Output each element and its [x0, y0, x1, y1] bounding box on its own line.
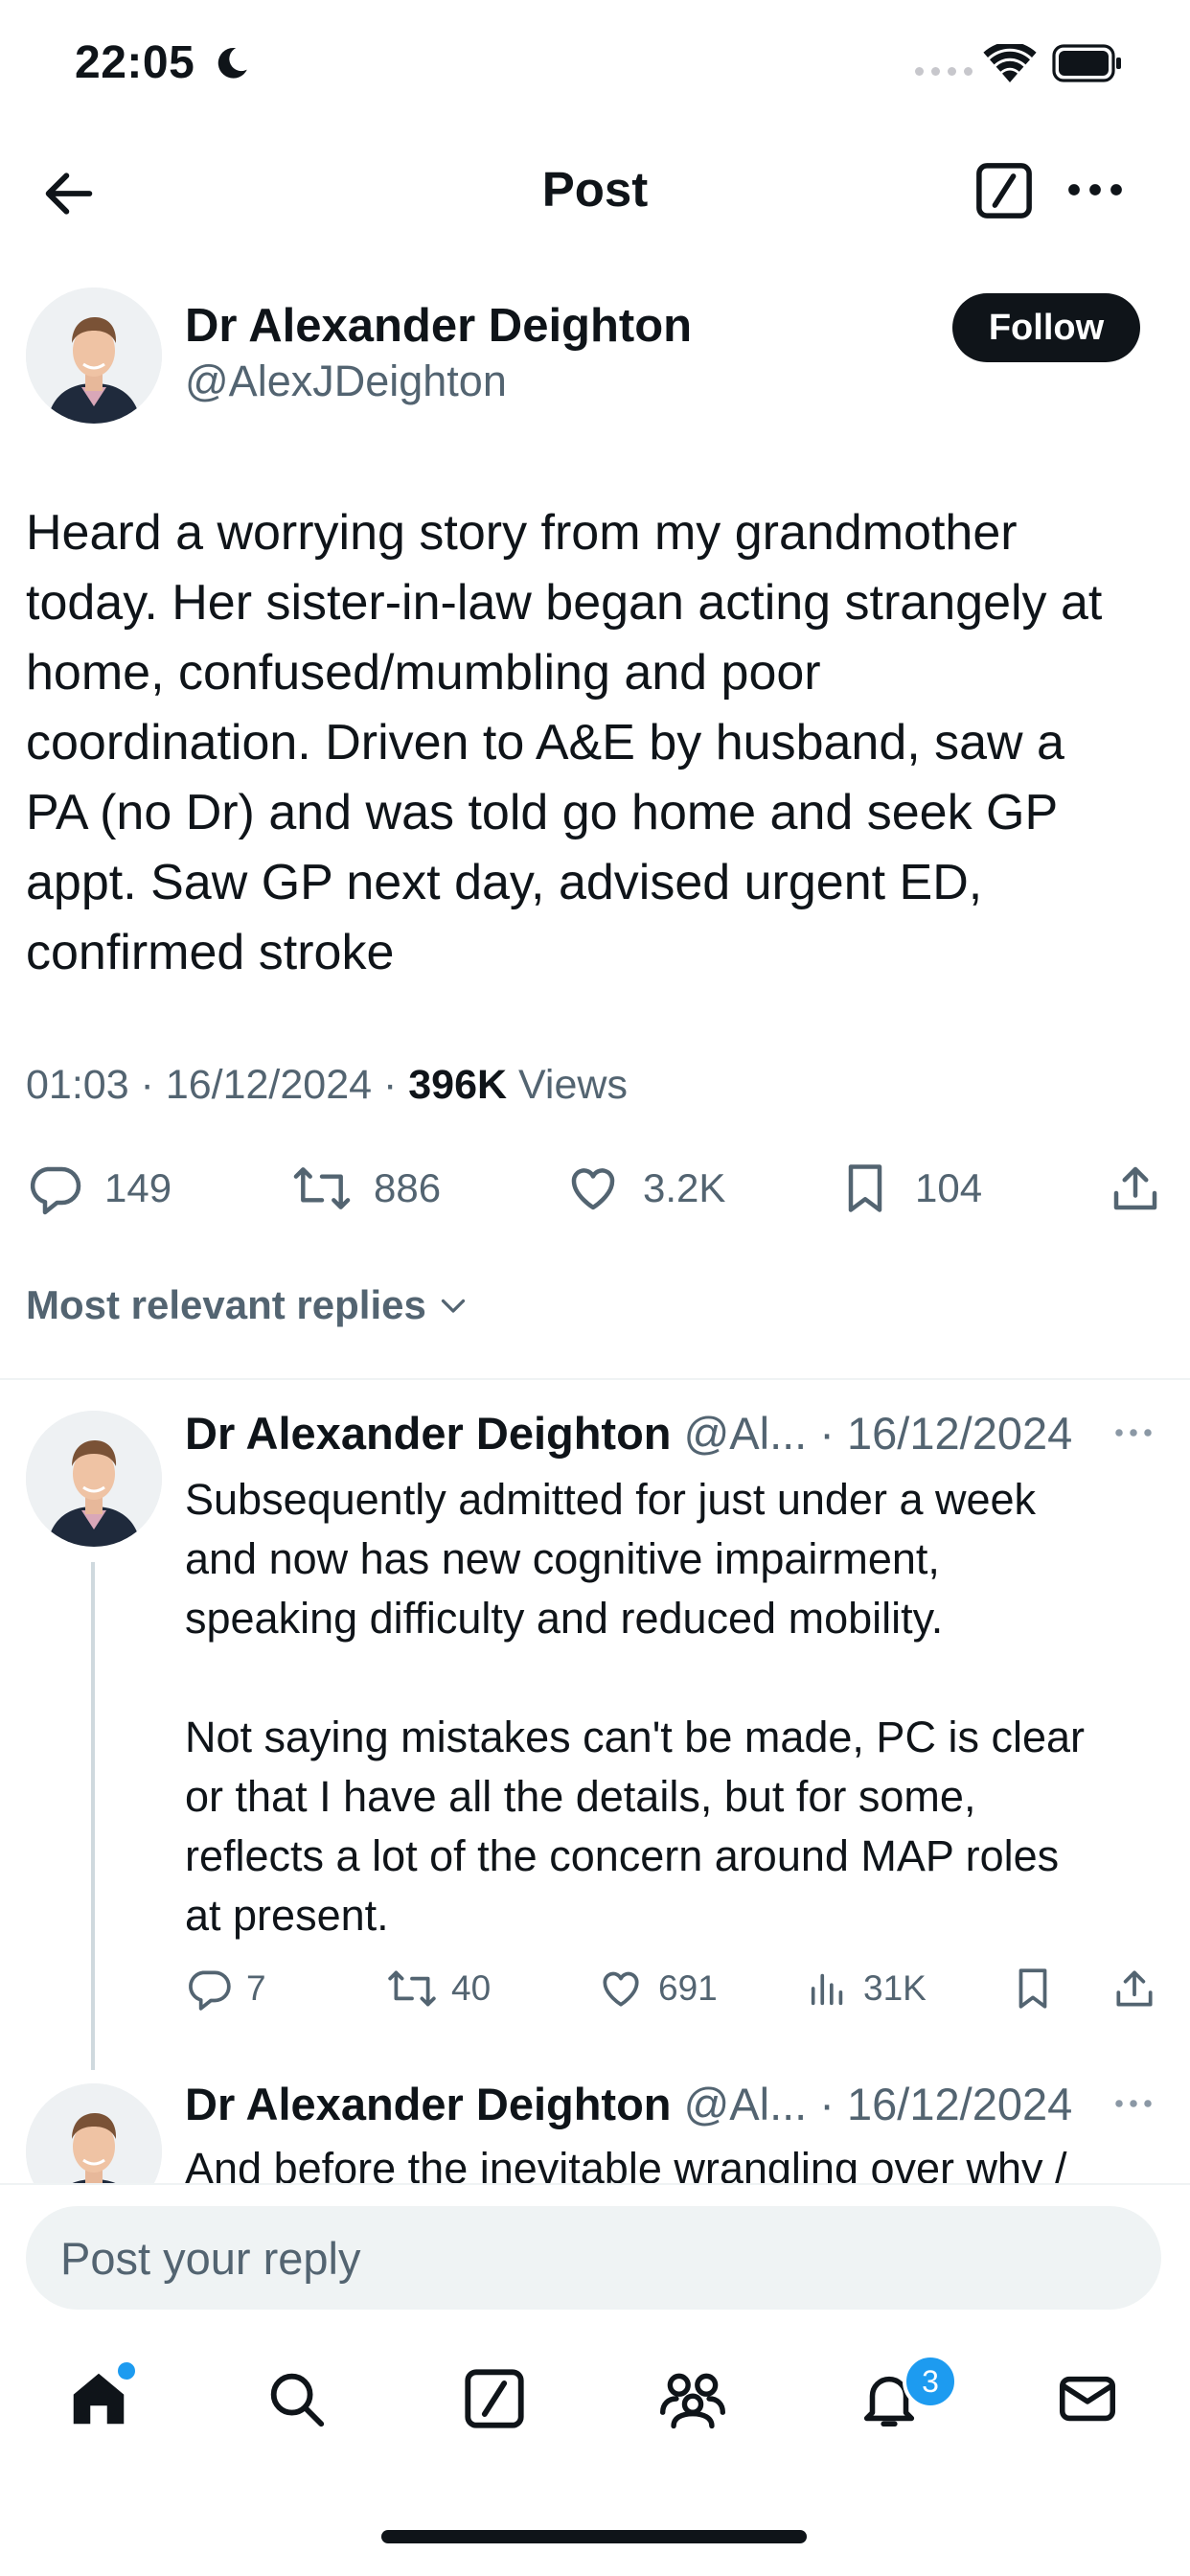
reply-bookmark-action[interactable]	[1009, 1955, 1057, 2022]
chevron-down-icon	[441, 1299, 465, 1313]
author-avatar[interactable]	[26, 288, 162, 424]
reply-handle[interactable]: @Al...	[684, 1408, 808, 1459]
more-options-button[interactable]	[1064, 169, 1127, 211]
like-action[interactable]: 3.2K	[564, 1150, 725, 1227]
share-icon	[1113, 1166, 1157, 1210]
tab-search[interactable]	[263, 2365, 330, 2432]
reply-header: Dr Alexander Deighton @Al... · 16/12/202…	[185, 2079, 1073, 2129]
reply-reply-action[interactable]: 7	[185, 1955, 266, 2022]
wifi-icon	[983, 44, 1037, 84]
mail-icon	[1059, 2376, 1116, 2422]
reply-views-count: 31K	[863, 1968, 927, 2008]
notifications-badge: 3	[903, 2354, 958, 2409]
reply-reply-count: 7	[246, 1968, 266, 2008]
reply-header: Dr Alexander Deighton @Al... · 16/12/202…	[185, 1408, 1073, 1459]
reply-like-count: 691	[658, 1968, 718, 2008]
reply-date: 16/12/2024	[847, 2079, 1073, 2129]
reply-views-action[interactable]: 31K	[806, 1955, 927, 2022]
post-actions: 149 886 3.2K 104	[26, 1150, 1166, 1227]
reply-repost-count: 40	[451, 1968, 492, 2008]
reply-count: 149	[104, 1165, 172, 1210]
replies-sort-label: Most relevant replies	[26, 1282, 426, 1327]
reply-handle[interactable]: @Al...	[684, 2079, 808, 2129]
reply-actions: 7 40 691 31K	[185, 1955, 1162, 2022]
views-icon	[811, 1973, 843, 2006]
repost-icon	[388, 1970, 436, 2007]
post-date: 16/12/2024	[165, 1062, 373, 1108]
post-meta: 01:03 · 16/12/2024 · 396K Views	[26, 1062, 628, 1108]
reply-action[interactable]: 149	[26, 1150, 172, 1227]
more-icon	[1115, 2100, 1152, 2107]
views-count: 396K	[408, 1062, 508, 1108]
author-handle[interactable]: @AlexJDeighton	[185, 356, 507, 406]
reply-avatar[interactable]	[26, 1411, 162, 1547]
moon-icon	[213, 44, 251, 82]
follow-button[interactable]: Follow	[952, 293, 1140, 362]
reply-like-action[interactable]: 691	[597, 1955, 718, 2022]
back-arrow-icon	[45, 172, 93, 215]
tab-messages[interactable]	[1054, 2365, 1121, 2432]
bookmark-action[interactable]: 104	[836, 1150, 982, 1227]
reply-input[interactable]	[26, 2206, 1161, 2310]
reply-share-action[interactable]	[1110, 1955, 1158, 2022]
post-text: Heard a worrying story from my grandmoth…	[26, 505, 1103, 980]
battery-icon	[1052, 44, 1125, 82]
reply-author-name[interactable]: Dr Alexander Deighton	[185, 2079, 672, 2129]
post-time: 01:03	[26, 1062, 129, 1108]
bookmark-icon	[848, 1164, 882, 1212]
share-icon	[1116, 1970, 1153, 2007]
divider	[0, 1378, 1190, 1380]
reply-2[interactable]: Dr Alexander Deighton @Al... · 16/12/202…	[0, 2070, 1190, 2183]
back-button[interactable]	[38, 163, 100, 224]
like-count: 3.2K	[643, 1165, 726, 1210]
grok-button[interactable]	[973, 159, 1036, 222]
reply-avatar[interactable]	[26, 2083, 162, 2183]
reply-more-button[interactable]	[1111, 2089, 1156, 2118]
replies-sort-dropdown[interactable]: Most relevant replies	[26, 1282, 470, 1328]
bookmark-icon	[1018, 1968, 1047, 2009]
reply-text: Subsequently admitted for just under a w…	[185, 1475, 1085, 1940]
home-unread-dot	[115, 2359, 138, 2382]
home-indicator	[381, 2530, 807, 2543]
more-icon	[1068, 184, 1122, 196]
repost-action[interactable]: 886	[291, 1150, 441, 1227]
more-icon	[1115, 1429, 1152, 1437]
like-icon	[571, 1168, 615, 1210]
like-icon	[603, 1971, 639, 2007]
status-time: 22:05	[75, 37, 195, 88]
search-icon	[270, 2373, 325, 2427]
cellular-signal-icon	[915, 67, 973, 76]
reply-more-button[interactable]	[1111, 1418, 1156, 1447]
reply-icon	[30, 1166, 81, 1215]
reply-author-name[interactable]: Dr Alexander Deighton	[185, 1408, 672, 1459]
reply-repost-action[interactable]: 40	[386, 1955, 491, 2022]
share-action[interactable]	[1107, 1150, 1164, 1227]
views-label: Views	[518, 1062, 628, 1108]
reply-date: 16/12/2024	[847, 1408, 1073, 1459]
author-name[interactable]: Dr Alexander Deighton	[185, 299, 692, 353]
repost-count: 886	[374, 1165, 442, 1210]
thread-line	[91, 1562, 95, 2070]
communities-icon	[659, 2373, 726, 2429]
grok-icon	[465, 2369, 524, 2428]
bookmark-count: 104	[915, 1165, 983, 1210]
grok-icon	[976, 163, 1032, 218]
tab-communities[interactable]	[657, 2365, 728, 2432]
reply-icon	[189, 1970, 231, 2011]
tab-grok[interactable]	[461, 2365, 528, 2432]
reply-text: And before the inevitable wrangling over…	[185, 2144, 1067, 2183]
repost-icon	[293, 1167, 351, 1209]
